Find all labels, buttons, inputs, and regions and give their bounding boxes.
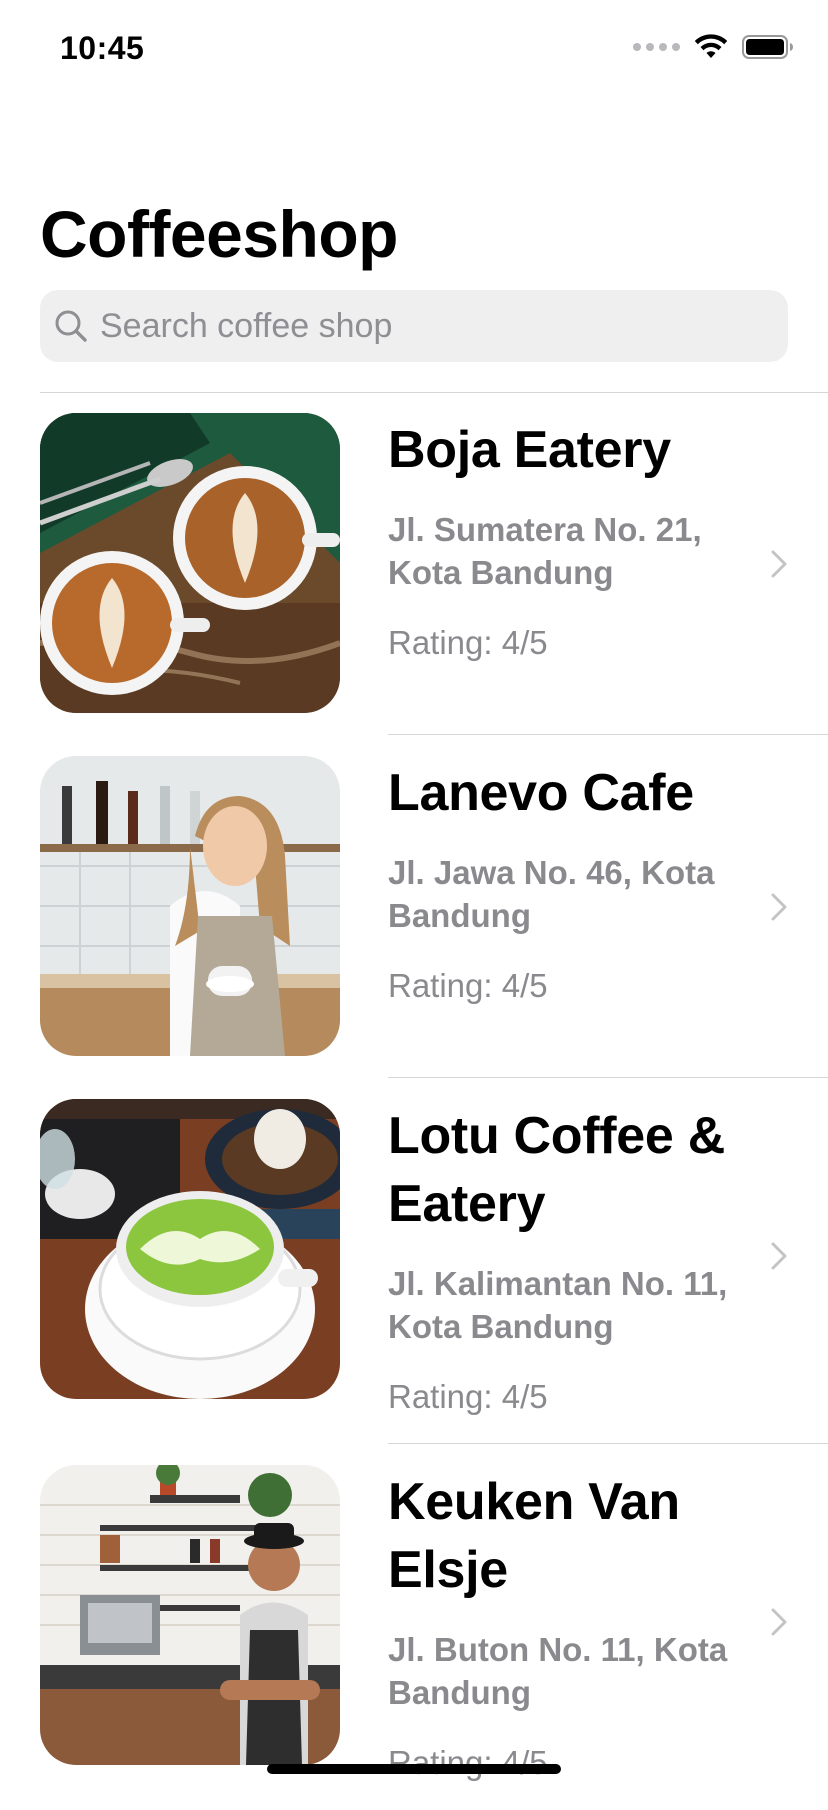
cellular-signal-icon [633,43,680,51]
chevron-right-icon [771,893,787,921]
shop-address: Jl. Kalimantan No. 11, Kota Bandung [388,1265,728,1345]
chevron-right-icon [771,1608,787,1636]
shop-name: Keuken Van Elsje [388,1473,680,1599]
shop-address: Jl. Jawa No. 46, Kota Bandung [388,854,715,934]
shop-address: Jl. Buton No. 11, Kota Bandung [388,1631,728,1711]
list-item[interactable]: Keuken Van Elsje Jl. Buton No. 11, Kota … [0,1444,828,1810]
latte-art-cups-photo [40,413,340,713]
chevron-right-icon [771,1242,787,1270]
status-icons [633,34,794,60]
shop-address: Jl. Sumatera No. 21, Kota Bandung [388,511,702,591]
shop-info: Boja Eatery Jl. Sumatera No. 21, Kota Ba… [388,416,758,662]
shop-rating: Rating: 4/5 [388,1378,548,1415]
list-item[interactable]: Lanevo Cafe Jl. Jawa No. 46, Kota Bandun… [0,735,828,1078]
status-bar: 10:45 [0,0,828,100]
search-icon [55,310,87,342]
status-time: 10:45 [60,30,145,66]
shop-name: Lotu Coffee & Eatery [388,1107,725,1233]
shop-info: Lotu Coffee & Eatery Jl. Kalimantan No. … [388,1102,758,1416]
shop-info: Keuken Van Elsje Jl. Buton No. 11, Kota … [388,1468,758,1782]
shop-rating: Rating: 4/5 [388,1744,548,1781]
shop-name: Boja Eatery [388,421,671,479]
wifi-icon [694,34,728,58]
shop-thumbnail [40,1099,340,1399]
matcha-latte-photo [40,1099,340,1399]
search-bar[interactable] [40,290,788,362]
list-item[interactable]: Boja Eatery Jl. Sumatera No. 21, Kota Ba… [0,392,828,735]
search-input[interactable] [98,305,788,347]
shop-name: Lanevo Cafe [388,764,694,822]
barista-man-photo [40,1465,340,1765]
battery-icon [742,35,793,59]
shop-info: Lanevo Cafe Jl. Jawa No. 46, Kota Bandun… [388,759,758,1005]
shop-thumbnail [40,756,340,1056]
chevron-right-icon [771,550,787,578]
shop-rating: Rating: 4/5 [388,624,548,661]
shop-thumbnail [40,413,340,713]
shop-thumbnail [40,1465,340,1765]
barista-woman-photo [40,756,340,1056]
list-item[interactable]: Lotu Coffee & Eatery Jl. Kalimantan No. … [0,1078,828,1444]
shop-rating: Rating: 4/5 [388,967,548,1004]
home-indicator[interactable] [267,1764,561,1774]
coffee-shop-list: Boja Eatery Jl. Sumatera No. 21, Kota Ba… [0,392,828,1810]
page-title: Coffeeshop [40,197,399,271]
